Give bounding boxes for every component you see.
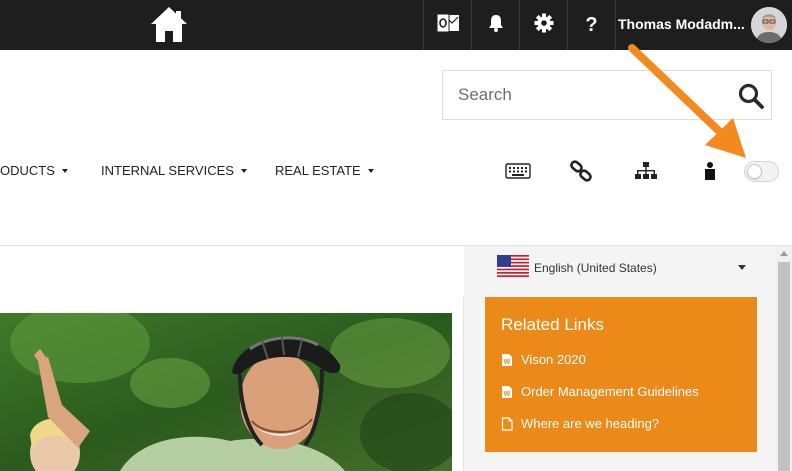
- word-doc-icon: W: [502, 385, 512, 398]
- avatar[interactable]: [751, 7, 787, 43]
- home-icon[interactable]: [146, 4, 192, 46]
- related-link-order-management[interactable]: W Order Management Guidelines: [501, 384, 699, 399]
- toggle-knob: [747, 164, 762, 179]
- caret-down-icon: [240, 168, 247, 173]
- related-link-vison-2020[interactable]: W Vison 2020: [501, 352, 586, 367]
- breadcrumb-bar: [0, 246, 464, 298]
- nav-real-estate[interactable]: REAL ESTATE: [275, 163, 374, 178]
- related-links-panel: Related Links W Vison 2020 W Order Manag…: [485, 297, 757, 452]
- user-name: Thomas Modadm...: [618, 16, 745, 32]
- language-label: English (United States): [534, 261, 657, 275]
- page-icon: [501, 416, 513, 431]
- nav-label: ODUCTS: [0, 163, 55, 178]
- gear-icon: [534, 13, 554, 38]
- nav-internal-services[interactable]: INTERNAL SERVICES: [101, 163, 247, 178]
- caret-down-icon: [738, 265, 746, 270]
- top-bar: ? Thomas Modadm...: [0, 0, 792, 50]
- notifications-button[interactable]: [471, 0, 519, 50]
- related-link-label: Order Management Guidelines: [521, 384, 699, 399]
- related-link-label: Where are we heading?: [521, 416, 660, 431]
- bell-icon: [487, 13, 505, 38]
- scroll-up-arrow[interactable]: [780, 251, 788, 256]
- link-icon[interactable]: [569, 159, 593, 183]
- svg-text:W: W: [504, 391, 511, 398]
- search-icon[interactable]: [737, 82, 765, 110]
- outlook-button[interactable]: [423, 0, 471, 50]
- outlook-icon: [436, 12, 460, 39]
- keyboard-icon[interactable]: [505, 159, 531, 183]
- nav-label: REAL ESTATE: [275, 163, 361, 178]
- caret-down-icon: [61, 168, 68, 173]
- user-menu[interactable]: Thomas Modadm...: [615, 0, 792, 50]
- settings-button[interactable]: [519, 0, 567, 50]
- caret-down-icon: [367, 168, 374, 173]
- sitemap-icon[interactable]: [634, 159, 658, 183]
- search-box: [442, 70, 772, 120]
- scrollbar-thumb[interactable]: [778, 262, 790, 471]
- word-doc-icon: W: [502, 353, 512, 366]
- svg-text:W: W: [504, 359, 511, 366]
- related-links-title: Related Links: [501, 315, 605, 334]
- nav-label: INTERNAL SERVICES: [101, 163, 234, 178]
- search-input[interactable]: [443, 71, 723, 119]
- language-select[interactable]: English (United States): [497, 254, 752, 282]
- hero-image: [0, 313, 452, 471]
- toggle-switch[interactable]: [744, 161, 779, 182]
- person-icon[interactable]: [703, 159, 717, 183]
- help-icon: ?: [585, 13, 598, 36]
- help-button[interactable]: ?: [567, 0, 615, 50]
- nav-products[interactable]: ODUCTS: [0, 163, 68, 178]
- related-link-label: Vison 2020: [521, 352, 586, 367]
- us-flag-icon: [497, 254, 529, 282]
- related-link-where-heading[interactable]: Where are we heading?: [501, 416, 659, 431]
